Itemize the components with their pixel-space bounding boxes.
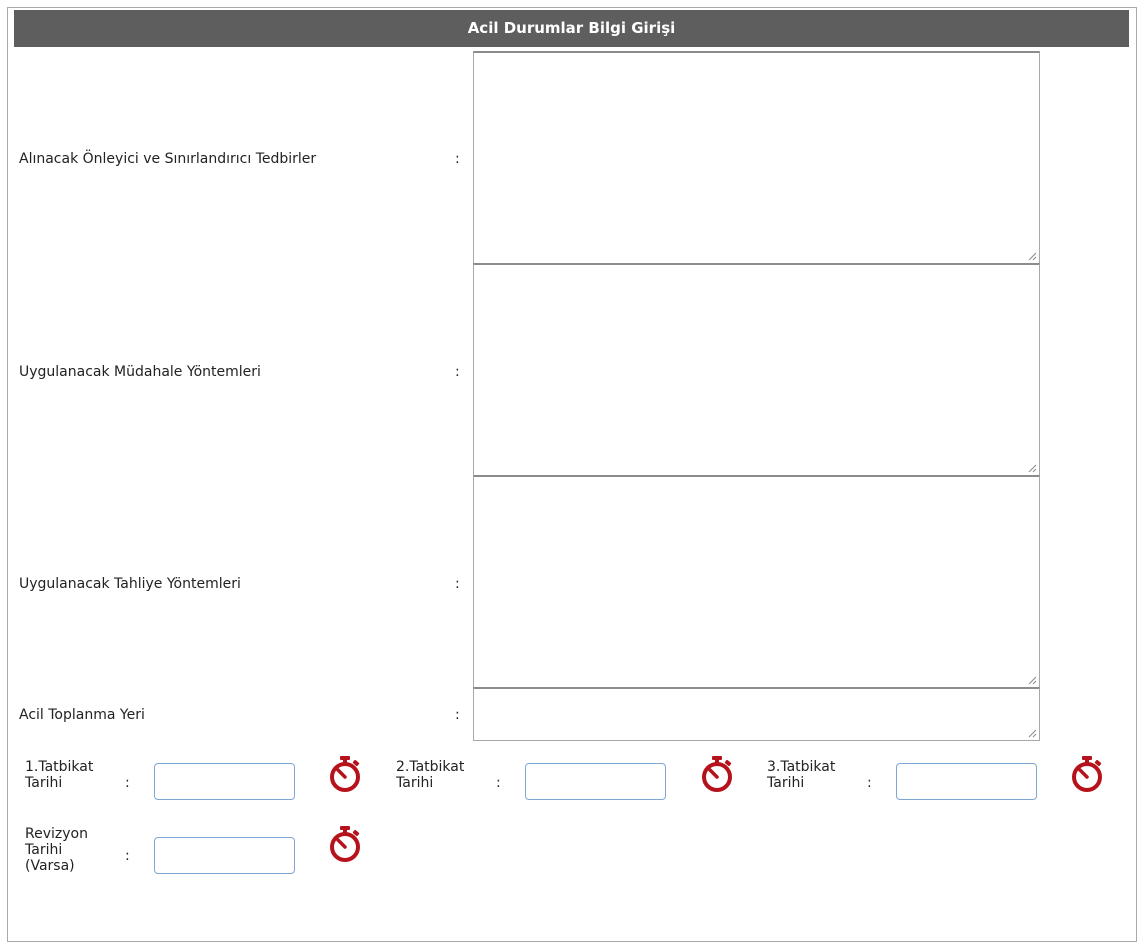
drill3-date-input[interactable] [896,763,1037,800]
revision-label-line3: (Varsa) [25,858,75,874]
preventive-measures-colon: : [455,151,460,167]
emergency-info-panel: Acil Durumlar Bilgi Girişi Alınacak Önle… [7,7,1137,942]
intervention-methods-textarea[interactable] [474,265,1039,475]
assembly-point-label: Acil Toplanma Yeri [19,707,145,723]
preventive-measures-label: Alınacak Önleyici ve Sınırlandırıcı Tedb… [19,151,317,167]
drill1-date-input[interactable] [154,763,295,800]
resize-grip-icon[interactable] [1027,728,1037,738]
stopwatch-icon[interactable] [328,825,362,863]
assembly-point-colon: : [455,707,460,723]
intervention-methods-textarea-box [473,263,1040,476]
drill2-colon: : [496,775,501,791]
intervention-methods-colon: : [455,364,460,380]
drill2-label-line1: 2.Tatbikat [396,759,465,775]
revision-label-line2: Tarihi [25,842,63,858]
assembly-point-textarea[interactable] [474,689,1039,740]
evacuation-methods-textarea-box [473,475,1040,688]
drill3-colon: : [867,775,872,791]
drill3-label-line1: 3.Tatbikat [767,759,836,775]
preventive-measures-textarea-box [473,51,1040,264]
drill3-label-line2: Tarihi [767,775,805,791]
revision-date-input[interactable] [154,837,295,874]
evacuation-methods-textarea[interactable] [474,477,1039,687]
revision-colon: : [125,848,130,864]
evacuation-methods-colon: : [455,576,460,592]
resize-grip-icon[interactable] [1027,463,1037,473]
stopwatch-icon[interactable] [700,755,734,793]
panel-title: Acil Durumlar Bilgi Girişi [14,10,1129,47]
intervention-methods-label: Uygulanacak Müdahale Yöntemleri [19,364,261,380]
resize-grip-icon[interactable] [1027,675,1037,685]
drill2-label-line2: Tarihi [396,775,434,791]
evacuation-methods-label: Uygulanacak Tahliye Yöntemleri [19,576,241,592]
drill1-label-line1: 1.Tatbikat [25,759,94,775]
drill2-date-input[interactable] [525,763,666,800]
preventive-measures-textarea[interactable] [474,53,1039,263]
resize-grip-icon[interactable] [1027,251,1037,261]
drill1-colon: : [125,775,130,791]
revision-label-line1: Revizyon [25,826,88,842]
stopwatch-icon[interactable] [1070,755,1104,793]
assembly-point-textarea-box [473,687,1040,741]
drill1-label-line2: Tarihi [25,775,63,791]
stopwatch-icon[interactable] [328,755,362,793]
